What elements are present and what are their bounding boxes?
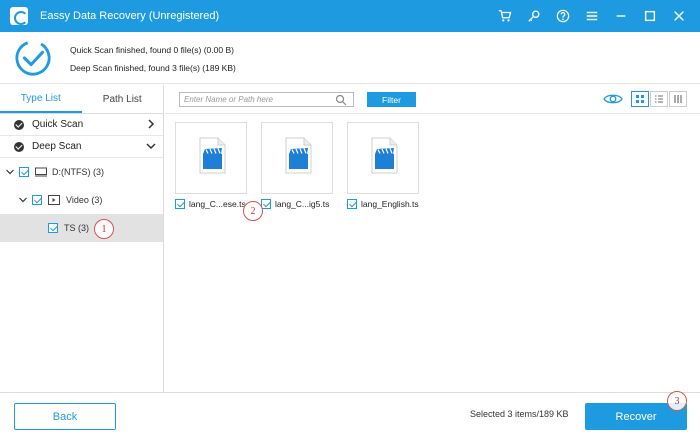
tab-type-list[interactable]: Type List (0, 85, 82, 113)
file-thumbnail[interactable] (175, 122, 247, 194)
tree-item-label: D:(NTFS) (3) (52, 167, 104, 177)
footer-bar: Back Selected 3 items/189 KB Recover (0, 392, 700, 442)
quick-scan-label: Quick Scan (32, 119, 84, 130)
file-item[interactable]: lang_C...ese.ts (175, 122, 249, 209)
video-icon (48, 195, 60, 205)
maximize-icon[interactable] (637, 0, 663, 32)
video-file-icon (199, 137, 226, 174)
back-button[interactable]: Back (14, 403, 116, 430)
video-checkbox[interactable] (32, 195, 42, 205)
cart-icon[interactable] (492, 0, 518, 32)
video-file-icon (371, 137, 398, 174)
file-checkbox[interactable] (347, 199, 357, 209)
search-input[interactable] (180, 93, 335, 106)
left-panel: Type List Path List Quick Scan Deep Scan… (0, 85, 164, 392)
video-file-icon (285, 137, 312, 174)
detail-view-icon[interactable] (669, 91, 687, 107)
search-icon[interactable] (335, 94, 347, 106)
file-thumbnail[interactable] (347, 122, 419, 194)
deep-scan-label: Deep Scan (32, 141, 82, 152)
drive-icon (35, 167, 47, 177)
ts-checkbox[interactable] (48, 223, 58, 233)
step-badge-1: 1 (94, 219, 114, 239)
file-item[interactable]: lang_English.ts (347, 122, 421, 209)
scan-complete-icon (15, 40, 51, 76)
tree-item-ts[interactable]: TS (3) (0, 214, 163, 242)
filter-button[interactable]: Filter (367, 92, 416, 107)
file-name-row: lang_C...ig5.ts (261, 199, 335, 209)
quick-scan-row[interactable]: Quick Scan (0, 114, 163, 136)
chevron-down-icon[interactable] (145, 140, 157, 152)
file-name: lang_C...ese.ts (189, 199, 246, 209)
preview-eye-icon[interactable] (603, 92, 623, 106)
step-badge-3: 3 (667, 391, 687, 411)
file-name: lang_C...ig5.ts (275, 199, 330, 209)
tree-item-label: TS (3) (64, 223, 90, 233)
selection-summary: Selected 3 items/189 KB (470, 409, 569, 419)
file-toolbar: Filter (165, 85, 700, 114)
menu-icon[interactable] (579, 0, 605, 32)
app-title: Eassy Data Recovery (Unregistered) (40, 10, 220, 22)
tree-item-label: Video (3) (66, 195, 103, 205)
chevron-down-icon[interactable] (5, 167, 15, 177)
list-view-icon[interactable] (650, 91, 668, 107)
grid-view-icon[interactable] (631, 91, 649, 107)
view-mode-switcher (630, 91, 687, 107)
close-icon[interactable] (666, 0, 692, 32)
file-item[interactable]: lang_C...ig5.ts (261, 122, 335, 209)
chevron-right-icon[interactable] (145, 118, 157, 130)
app-logo-icon (10, 7, 28, 25)
tab-path-list[interactable]: Path List (82, 85, 164, 113)
file-thumbnail[interactable] (261, 122, 333, 194)
list-tabs: Type List Path List (0, 85, 163, 114)
quick-scan-status: Quick Scan finished, found 0 file(s) (0.… (70, 45, 234, 55)
scan-status-header: Quick Scan finished, found 0 file(s) (0.… (0, 32, 700, 84)
minimize-icon[interactable] (608, 0, 634, 32)
check-circle-icon (14, 119, 24, 130)
chevron-down-icon[interactable] (18, 195, 28, 205)
file-name-row: lang_C...ese.ts (175, 199, 249, 209)
tree-item-drive[interactable]: D:(NTFS) (3) (0, 158, 163, 186)
file-checkbox[interactable] (175, 199, 185, 209)
title-bar-controls (489, 0, 692, 32)
title-bar: Eassy Data Recovery (Unregistered) (0, 0, 700, 32)
deep-scan-status: Deep Scan finished, found 3 file(s) (189… (70, 63, 236, 73)
file-view-panel: Filter lang_C...ese.ts (165, 85, 700, 392)
key-icon[interactable] (521, 0, 547, 32)
check-circle-icon (14, 141, 24, 152)
step-badge-2: 2 (243, 201, 263, 221)
tree-item-video[interactable]: Video (3) (0, 186, 163, 214)
drive-checkbox[interactable] (19, 167, 29, 177)
file-name: lang_English.ts (361, 199, 419, 209)
file-name-row: lang_English.ts (347, 199, 421, 209)
deep-scan-row[interactable]: Deep Scan (0, 136, 163, 158)
help-icon[interactable] (550, 0, 576, 32)
search-box[interactable] (179, 92, 354, 107)
